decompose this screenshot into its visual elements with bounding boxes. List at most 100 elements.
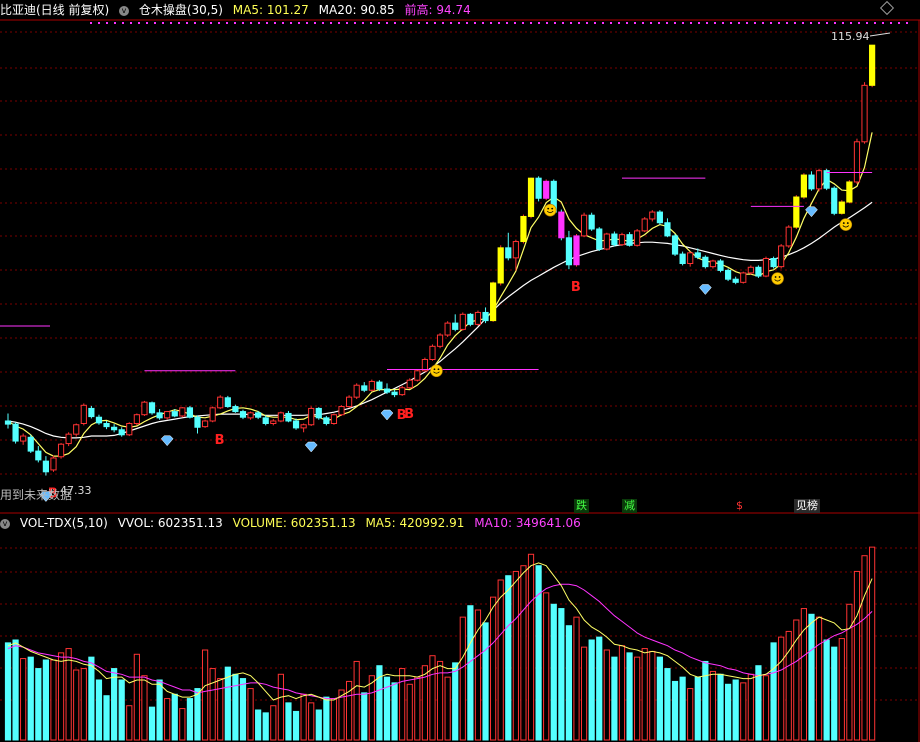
volume-bar: [80, 668, 87, 741]
volume-bar: [20, 658, 27, 741]
candle-body: [452, 322, 459, 330]
stock-title[interactable]: 比亚迪(日线 前复权): [0, 3, 109, 17]
candle-body: [346, 396, 353, 408]
candle-body: [588, 214, 595, 230]
volume-bar: [201, 649, 209, 741]
volume-bar: [603, 649, 610, 741]
volume-bar: [838, 638, 845, 741]
volume-bar: [505, 575, 512, 741]
candle-body: [80, 404, 87, 424]
smile-eye: [846, 222, 849, 224]
volume-bar: [232, 673, 239, 741]
volume-bar: [308, 702, 315, 741]
smile-signal-icon: [771, 272, 784, 285]
volume-bar: [270, 705, 277, 741]
candle-body: [414, 370, 421, 381]
candle-body: [255, 412, 262, 418]
ma20-line: [7, 201, 873, 439]
volume-bar: [702, 660, 709, 741]
volume-bar: [543, 592, 550, 741]
volume-bar: [57, 652, 65, 741]
volume-bar: [459, 616, 466, 741]
ma5-value: MA5: 101.27: [232, 3, 309, 17]
candle-body: [156, 412, 163, 419]
candle-body: [133, 414, 140, 424]
candle-body: [436, 334, 444, 347]
candle-body: [512, 241, 519, 259]
candle-body: [148, 402, 156, 414]
candle-body: [194, 416, 201, 428]
candle-body: [467, 313, 474, 325]
candle-body: [687, 252, 694, 265]
volume-bar: [869, 546, 876, 741]
candle-body: [247, 412, 254, 419]
buy-signal-marker: B: [215, 433, 225, 448]
volume-bar: [558, 608, 565, 741]
volume-series[interactable]: [4, 546, 876, 741]
candle-body: [580, 214, 588, 237]
volume-bar: [512, 570, 519, 741]
candle-body: [664, 222, 671, 237]
volume-bar: [831, 646, 838, 741]
candle-body: [65, 433, 72, 445]
candle-body: [641, 218, 648, 232]
candle-body: [808, 174, 815, 190]
diamond-signal-icon: [805, 206, 818, 218]
volume-bar: [171, 693, 178, 741]
diamond-signal-icon: [160, 435, 174, 447]
candle-body: [35, 450, 42, 461]
volume-bar: [406, 683, 413, 741]
volume-indicator-name[interactable]: VOL-TDX(5,10): [20, 516, 108, 530]
volume-bar: [361, 692, 368, 741]
candle-body: [702, 256, 709, 268]
candle-body: [368, 380, 375, 391]
candle-body: [490, 282, 497, 322]
candle-body: [732, 278, 739, 283]
smile-signal-icon: [543, 203, 557, 217]
signal-label-reduce: 减: [622, 499, 637, 513]
main-chart-header: 比亚迪(日线 前复权) v 仓木操盘(30,5) MA5: 101.27 MA2…: [0, 2, 477, 18]
candle-body: [505, 247, 512, 259]
candle-body: [270, 420, 277, 424]
volume-bar: [490, 596, 497, 741]
volume-bar: [323, 696, 330, 741]
volume-bar: [497, 579, 504, 741]
candle-body: [186, 407, 194, 418]
candle-body: [603, 233, 610, 250]
indicator-name[interactable]: 仓木操盘(30,5): [139, 3, 223, 17]
candle-body: [611, 233, 618, 246]
volume-bar: [194, 688, 201, 741]
volume-bar: [527, 553, 535, 741]
candle-body: [626, 234, 633, 246]
volume-bar: [823, 639, 830, 741]
volume-bar: [148, 706, 156, 741]
volume-bar: [285, 702, 292, 741]
volume-bar: [353, 660, 360, 741]
volume-bar: [778, 636, 785, 741]
candle-body: [399, 387, 406, 396]
volume-bar: [35, 668, 42, 741]
volume-bar: [740, 682, 747, 741]
candle-body: [315, 407, 322, 419]
volume-bar: [641, 648, 648, 741]
candle-body: [50, 457, 57, 471]
prev-high-value: 前高: 94.74: [404, 3, 471, 17]
volume-bar: [687, 688, 694, 741]
candle-body: [815, 170, 823, 190]
volume-bar: [634, 656, 641, 741]
candle-body: [694, 252, 701, 258]
candle-body: [323, 417, 330, 424]
vvol-value: VVOL: 602351.13: [117, 516, 223, 530]
settings-icon[interactable]: v: [119, 5, 130, 16]
volume-settings-icon[interactable]: v: [0, 518, 10, 529]
candle-body: [831, 187, 838, 214]
candle-body: [800, 174, 807, 198]
signal-label-dollar: $: [736, 499, 743, 512]
volume-bar: [414, 676, 421, 741]
ma5-line: [7, 132, 873, 457]
volume-value: VOLUME: 602351.13: [232, 516, 356, 530]
candle-body: [740, 272, 747, 283]
candle-body: [778, 245, 785, 268]
candle-body: [111, 426, 118, 431]
smile-eye: [433, 368, 436, 371]
